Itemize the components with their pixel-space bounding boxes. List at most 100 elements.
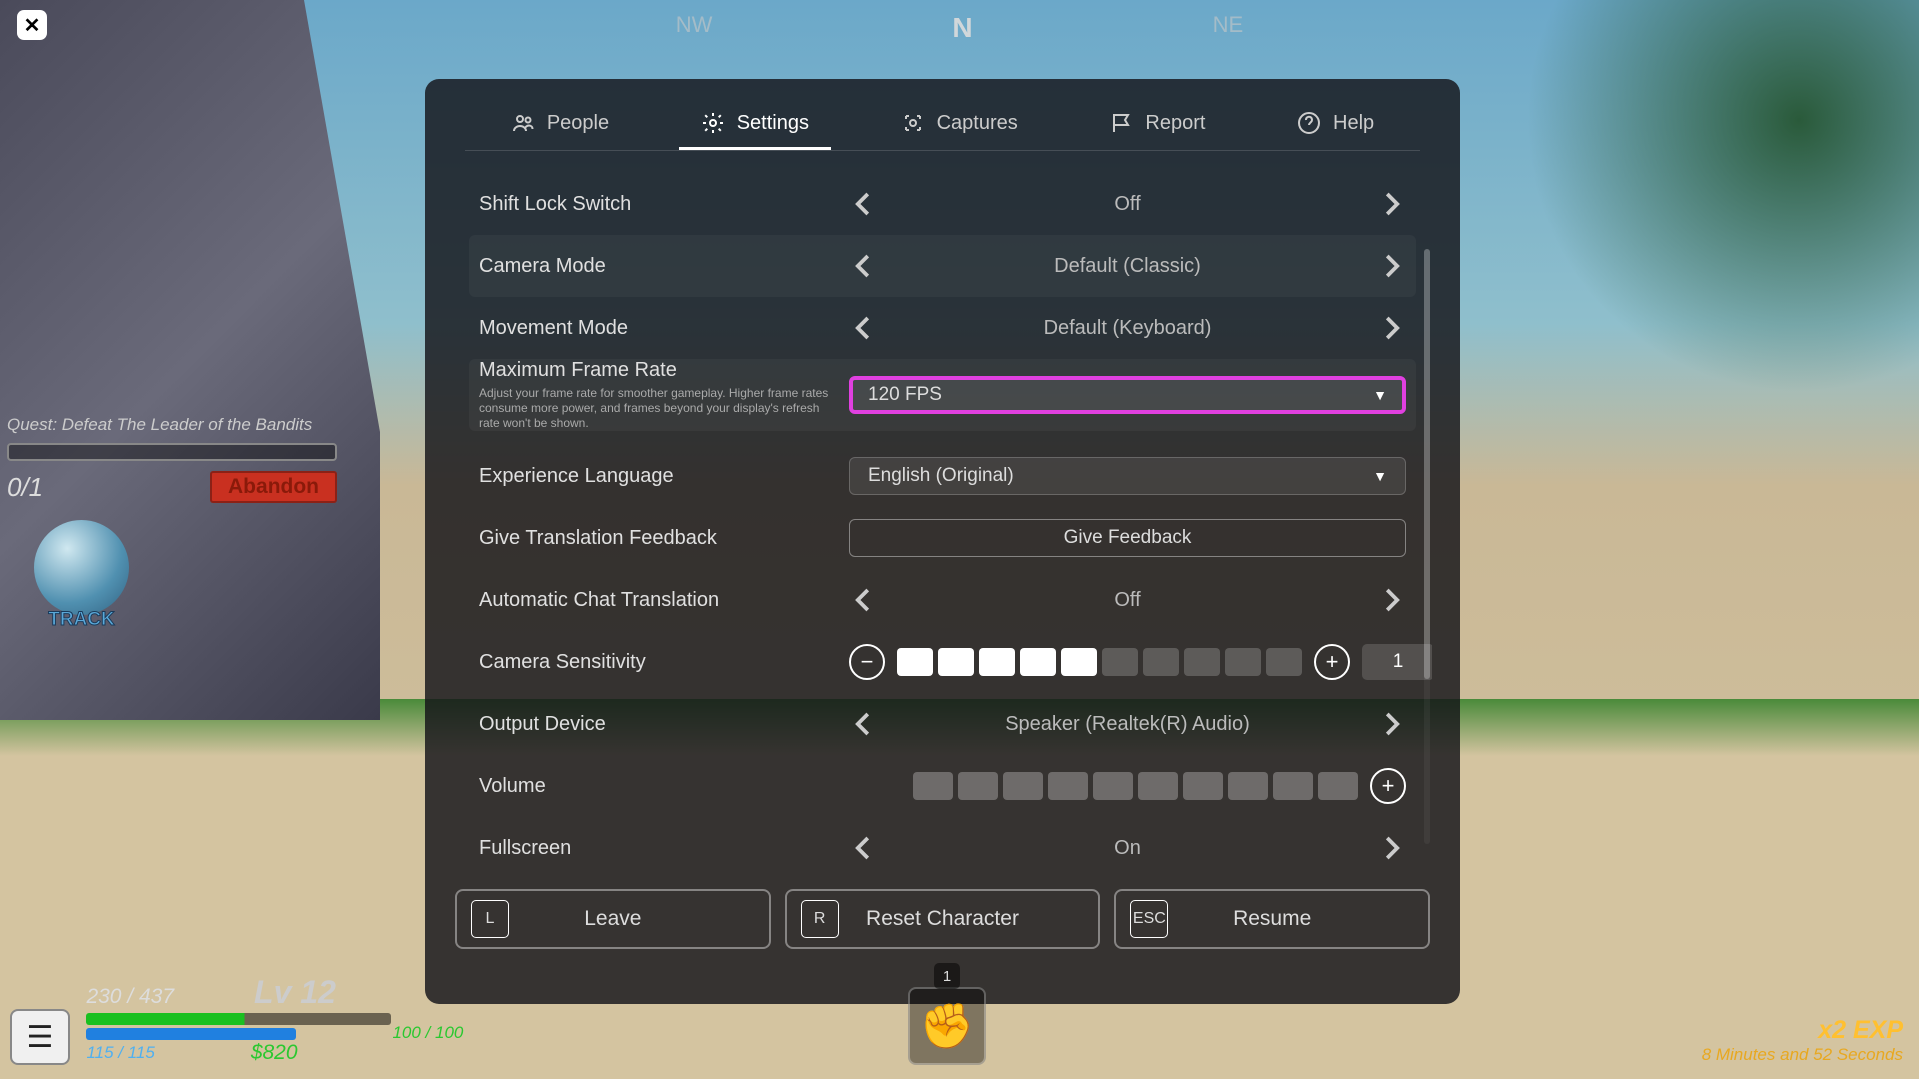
flag-icon xyxy=(1109,111,1133,135)
hotbar-slot-1[interactable]: 1 ✊ xyxy=(908,987,986,1065)
hud-stamina-text: 100 / 100 xyxy=(392,1023,463,1043)
row-cam-sens: Camera Sensitivity − + 1 xyxy=(469,631,1416,693)
camera-icon xyxy=(901,111,925,135)
leave-button[interactable]: L Leave xyxy=(455,889,771,949)
help-icon xyxy=(1297,111,1321,135)
shift-lock-label: Shift Lock Switch xyxy=(479,193,849,216)
cam-sens-minus[interactable]: − xyxy=(849,644,885,680)
cam-sens-label: Camera Sensitivity xyxy=(479,651,849,674)
row-movement-mode: Movement Mode Default (Keyboard) xyxy=(469,297,1416,359)
movement-mode-label: Movement Mode xyxy=(479,317,849,340)
abandon-button[interactable]: Abandon xyxy=(210,471,337,503)
exp-boost-title: x2 EXP xyxy=(1702,1016,1903,1045)
tab-report-label: Report xyxy=(1145,112,1205,135)
hud-bp-bar xyxy=(86,1028,296,1040)
hud-bottom-left: 230 / 437 Lv 12 100 / 100 115 / 115 $820 xyxy=(10,974,463,1065)
exp-lang-label: Experience Language xyxy=(479,465,849,488)
row-output-device: Output Device Speaker (Realtek(R) Audio) xyxy=(469,693,1416,755)
quest-progress-text: 0/1 xyxy=(7,472,43,503)
fullscreen-value: On xyxy=(879,837,1376,860)
hud-money-text: $820 xyxy=(251,1041,298,1065)
resume-key: ESC xyxy=(1130,900,1168,938)
compass-orb-icon xyxy=(34,520,129,615)
exp-lang-value: English (Original) xyxy=(868,465,1014,487)
auto-chat-trans-value: Off xyxy=(879,589,1376,612)
hotbar-slot-number: 1 xyxy=(934,963,960,989)
volume-label: Volume xyxy=(479,775,849,798)
settings-list: Shift Lock Switch Off Camera Mode Defaul… xyxy=(453,173,1432,879)
exp-boost-timer: 8 Minutes and 52 Seconds xyxy=(1702,1045,1903,1065)
output-device-label: Output Device xyxy=(479,713,849,736)
shift-lock-value: Off xyxy=(879,193,1376,216)
quest-panel: Quest: Defeat The Leader of the Bandits … xyxy=(7,415,337,503)
tab-people[interactable]: People xyxy=(489,99,631,150)
tab-captures[interactable]: Captures xyxy=(879,99,1040,150)
track-widget[interactable]: TRACK xyxy=(34,520,129,631)
leave-label: Leave xyxy=(584,907,641,931)
modal-footer: L Leave R Reset Character ESC Resume xyxy=(453,889,1432,949)
row-fullscreen: Fullscreen On xyxy=(469,817,1416,879)
camera-mode-value: Default (Classic) xyxy=(879,255,1376,278)
fullscreen-label: Fullscreen xyxy=(479,837,849,860)
quest-title: Quest: Defeat The Leader of the Bandits xyxy=(7,415,337,435)
auto-chat-trans-next[interactable] xyxy=(1376,585,1406,615)
row-translation-feedback: Give Translation Feedback Give Feedback xyxy=(469,507,1416,569)
auto-chat-trans-prev[interactable] xyxy=(849,585,879,615)
fullscreen-next[interactable] xyxy=(1376,833,1406,863)
fullscreen-prev[interactable] xyxy=(849,833,879,863)
tab-help[interactable]: Help xyxy=(1275,99,1396,150)
exp-boost-widget: x2 EXP 8 Minutes and 52 Seconds xyxy=(1702,1016,1903,1065)
settings-modal: People Settings Captures Report Help Shi… xyxy=(425,79,1460,1004)
resume-button[interactable]: ESC Resume xyxy=(1114,889,1430,949)
reset-label: Reset Character xyxy=(866,907,1019,931)
max-fps-desc: Adjust your frame rate for smoother game… xyxy=(479,386,834,431)
hud-level-text: Lv 12 xyxy=(254,974,336,1011)
output-device-value: Speaker (Realtek(R) Audio) xyxy=(879,713,1376,736)
people-icon xyxy=(511,111,535,135)
hud-hp-text: 230 / 437 xyxy=(86,985,174,1009)
cam-sens-plus[interactable]: + xyxy=(1314,644,1350,680)
fist-icon: ✊ xyxy=(920,1000,975,1052)
trans-feedback-label: Give Translation Feedback xyxy=(479,527,849,550)
camera-mode-next[interactable] xyxy=(1376,251,1406,281)
close-button[interactable]: ✕ xyxy=(17,10,47,40)
cam-sens-slider[interactable] xyxy=(897,648,1302,676)
max-fps-dropdown[interactable]: 120 FPS ▼ xyxy=(849,376,1406,414)
camera-mode-prev[interactable] xyxy=(849,251,879,281)
exp-lang-dropdown[interactable]: English (Original) ▼ xyxy=(849,457,1406,495)
compass-bar: NW N NE xyxy=(676,12,1243,44)
output-device-next[interactable] xyxy=(1376,709,1406,739)
tab-captures-label: Captures xyxy=(937,112,1018,135)
reset-key: R xyxy=(801,900,839,938)
movement-mode-prev[interactable] xyxy=(849,313,879,343)
give-feedback-button[interactable]: Give Feedback xyxy=(849,519,1406,557)
volume-plus[interactable]: + xyxy=(1370,768,1406,804)
row-exp-lang: Experience Language English (Original) ▼ xyxy=(469,445,1416,507)
auto-chat-trans-label: Automatic Chat Translation xyxy=(479,589,849,612)
movement-mode-next[interactable] xyxy=(1376,313,1406,343)
row-auto-chat-trans: Automatic Chat Translation Off xyxy=(469,569,1416,631)
shift-lock-prev[interactable] xyxy=(849,189,879,219)
volume-slider[interactable] xyxy=(913,772,1358,800)
hud-menu-icon[interactable] xyxy=(10,1009,70,1065)
quest-progress-bar xyxy=(7,443,337,461)
shift-lock-next[interactable] xyxy=(1376,189,1406,219)
max-fps-value: 120 FPS xyxy=(868,384,942,406)
movement-mode-value: Default (Keyboard) xyxy=(879,317,1376,340)
output-device-prev[interactable] xyxy=(849,709,879,739)
tab-settings[interactable]: Settings xyxy=(679,99,831,150)
tab-report[interactable]: Report xyxy=(1087,99,1227,150)
chevron-down-icon: ▼ xyxy=(1373,387,1387,403)
reset-character-button[interactable]: R Reset Character xyxy=(785,889,1101,949)
max-fps-label: Maximum Frame Rate Adjust your frame rat… xyxy=(479,359,849,431)
row-max-fps: Maximum Frame Rate Adjust your frame rat… xyxy=(469,359,1416,431)
tab-people-label: People xyxy=(547,112,609,135)
track-label: TRACK xyxy=(34,609,129,631)
tab-settings-label: Settings xyxy=(737,112,809,135)
chevron-down-icon: ▼ xyxy=(1373,468,1387,484)
settings-scrollbar[interactable] xyxy=(1424,249,1430,844)
row-camera-mode: Camera Mode Default (Classic) xyxy=(469,235,1416,297)
tab-bar: People Settings Captures Report Help xyxy=(465,99,1420,151)
row-shift-lock: Shift Lock Switch Off xyxy=(469,173,1416,235)
tab-help-label: Help xyxy=(1333,112,1374,135)
